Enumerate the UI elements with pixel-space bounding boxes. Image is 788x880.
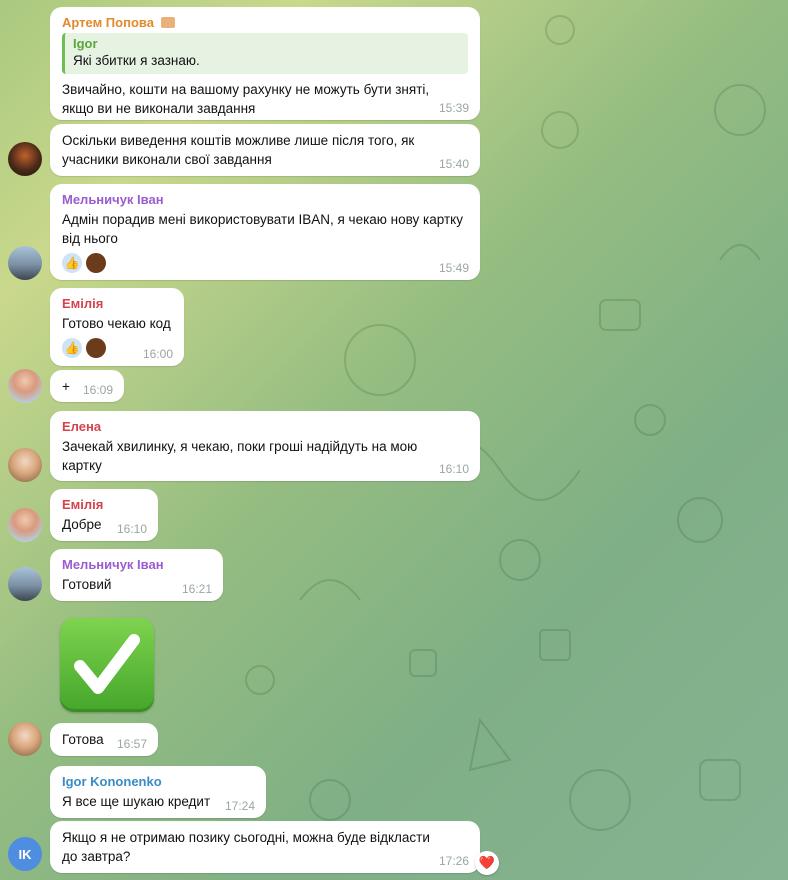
heart-reaction-icon[interactable]: ❤️ xyxy=(475,851,499,875)
message-time: 15:40 xyxy=(438,157,469,171)
quote-sender: Igor xyxy=(73,36,98,51)
sender-name[interactable]: Мельничук Іван xyxy=(62,191,468,208)
message-bubble[interactable]: Якщо я не отримаю позику сьогодні, можна… xyxy=(50,821,480,873)
reactor-avatar xyxy=(86,253,106,273)
message-bubble[interactable]: Мельничук Іван Готовий 16:21 xyxy=(50,549,223,601)
message-text: Звичайно, кошти на вашому рахунку не мож… xyxy=(62,82,430,116)
sender-name[interactable]: Igor Kononenko xyxy=(62,773,254,790)
reply-quote[interactable]: Igor Які збитки я зазнаю. xyxy=(62,33,468,74)
message-time: 17:26 xyxy=(438,854,469,868)
avatar[interactable] xyxy=(8,246,42,280)
sender-name[interactable]: Мельничук Іван xyxy=(62,556,211,573)
message-bubble[interactable]: + 16:09 xyxy=(50,370,124,402)
check-mark-sticker-icon[interactable] xyxy=(60,618,154,712)
message-time: 16:21 xyxy=(181,582,212,596)
message-bubble[interactable]: Емілія Готово чекаю код 👍 16:00 xyxy=(50,288,184,366)
message-text: Оскільки виведення коштів можливе лише п… xyxy=(62,133,415,167)
avatar[interactable] xyxy=(8,567,42,601)
message-time: 16:09 xyxy=(82,383,113,397)
avatar[interactable] xyxy=(8,369,42,403)
message-text: Якщо я не отримаю позику сьогодні, можна… xyxy=(62,830,430,864)
sender-name[interactable]: Артем Попова xyxy=(62,14,468,31)
message-time: 17:24 xyxy=(224,799,255,813)
check-mark-icon xyxy=(74,634,140,694)
message-time: 15:39 xyxy=(438,101,469,115)
message-bubble[interactable]: Igor Kononenko Я все ще шукаю кредит 17:… xyxy=(50,766,266,818)
message-time: 16:57 xyxy=(116,737,147,751)
reactor-avatar xyxy=(86,338,106,358)
avatar-initials: IK xyxy=(18,846,32,862)
sender-name[interactable]: Емілія xyxy=(62,496,146,513)
avatar[interactable] xyxy=(8,448,42,482)
avatar[interactable]: IK xyxy=(8,837,42,871)
message-bubble[interactable]: Елена Зачекай хвилинку, я чекаю, поки гр… xyxy=(50,411,480,481)
thumbs-up-reaction-icon[interactable]: 👍 xyxy=(62,338,82,358)
thumbs-up-reaction-icon[interactable]: 👍 xyxy=(62,253,82,273)
message-time: 16:10 xyxy=(116,522,147,536)
sender-name[interactable]: Елена xyxy=(62,418,468,435)
message-bubble[interactable]: Оскільки виведення коштів можливе лише п… xyxy=(50,124,480,176)
message-time: 16:00 xyxy=(142,347,173,361)
message-text: Зачекай хвилинку, я чекаю, поки гроші на… xyxy=(62,439,418,473)
message-bubble[interactable]: Мельничук Іван Адмін порадив мені викори… xyxy=(50,184,480,280)
message-bubble[interactable]: Емілія Добре 16:10 xyxy=(50,489,158,541)
briefcase-icon xyxy=(160,17,175,28)
avatar[interactable] xyxy=(8,508,42,542)
message-time: 15:49 xyxy=(438,261,469,275)
message-time: 16:10 xyxy=(438,462,469,476)
quote-text: Які збитки я зазнаю. xyxy=(73,53,200,68)
sender-name[interactable]: Емілія xyxy=(62,295,172,312)
message-text: Адмін порадив мені використовувати IBAN,… xyxy=(62,212,463,246)
message-text: Готово чекаю код xyxy=(62,316,171,331)
avatar[interactable] xyxy=(8,142,42,176)
reaction-list[interactable]: 👍 xyxy=(62,253,468,273)
chat-message-list[interactable]: Артем Попова Igor Які збитки я зазнаю. З… xyxy=(0,0,788,880)
message-bubble[interactable]: Готова 16:57 xyxy=(50,723,158,756)
avatar[interactable] xyxy=(8,722,42,756)
message-bubble[interactable]: Артем Попова Igor Які збитки я зазнаю. З… xyxy=(50,7,480,120)
